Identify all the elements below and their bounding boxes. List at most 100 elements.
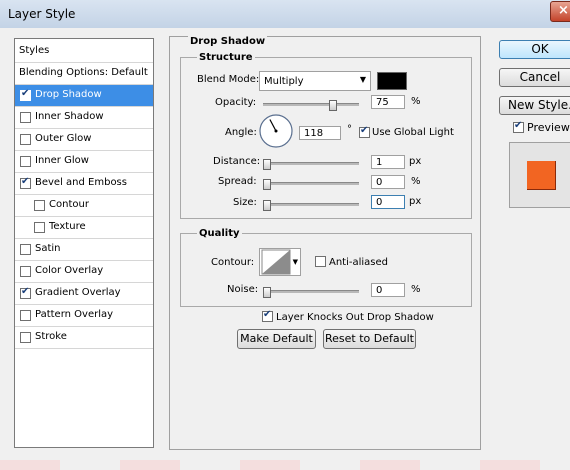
angle-dial-icon [259,114,293,148]
style-item-checkbox[interactable] [20,266,31,277]
style-item-inner-glow[interactable]: Inner Glow [15,151,153,173]
quality-heading: Quality [197,228,242,239]
close-icon: × [558,3,569,18]
style-item-checkbox[interactable] [34,222,45,233]
style-item-color-overlay[interactable]: Color Overlay [15,261,153,283]
blend-mode-select[interactable]: Multiply ▼ [259,71,371,91]
style-item-label: Blending Options: Default [19,67,148,78]
style-item-checkbox[interactable]: ✔ [20,88,31,101]
distance-unit: px [409,156,422,167]
contour-picker[interactable]: ▼ [259,248,301,276]
window-title: Layer Style [8,7,76,21]
close-button[interactable]: × [550,1,570,22]
checkmark-icon: ✔ [21,286,30,297]
style-item-checkbox[interactable] [20,244,31,255]
quality-group: Quality Contour: ▼ ✔ Anti-aliased Noise:… [180,228,472,307]
layer-knocks-out-checkbox[interactable]: ✔ [262,309,273,322]
layer-knocks-out-label: Layer Knocks Out Drop Shadow [276,312,434,323]
bottom-edge-strip [0,460,570,470]
opacity-label: Opacity: [215,97,257,108]
opacity-slider[interactable] [263,100,359,111]
size-unit: px [409,196,422,207]
style-item-checkbox[interactable]: ✔ [20,286,31,299]
style-item-stroke[interactable]: Stroke [15,327,153,349]
size-slider[interactable] [263,200,359,211]
blend-mode-value: Multiply [264,76,304,87]
style-item-gradient-overlay[interactable]: ✔ Gradient Overlay [15,283,153,305]
anti-aliased-checkbox[interactable]: ✔ [315,256,326,267]
opacity-slider-thumb[interactable] [329,100,337,111]
spread-slider-thumb[interactable] [263,179,271,190]
chevron-down-icon: ▼ [359,75,366,84]
checkmark-icon: ✔ [21,88,30,99]
spread-label: Spread: [218,176,257,187]
style-item-satin[interactable]: Satin [15,239,153,261]
blend-mode-label: Blend Mode: [197,74,260,85]
chevron-down-icon: ▼ [292,258,298,266]
contour-label: Contour: [211,257,255,268]
style-item-blending-options-default[interactable]: Blending Options: Default [15,63,153,85]
style-item-checkbox[interactable] [20,112,31,123]
use-global-light-label: Use Global Light [372,127,454,138]
style-item-label: Outer Glow [35,133,92,144]
structure-group: Structure Blend Mode: Multiply ▼ Opacity… [180,52,472,219]
style-item-label: Inner Glow [35,155,89,166]
styles-header[interactable]: Styles [15,39,153,63]
style-item-label: Color Overlay [35,265,104,276]
style-item-inner-shadow[interactable]: Inner Shadow [15,107,153,129]
opacity-unit: % [411,96,421,107]
angle-input[interactable]: 118 [299,126,341,140]
style-item-label: Drop Shadow [35,89,102,100]
style-item-outer-glow[interactable]: Outer Glow [15,129,153,151]
style-item-pattern-overlay[interactable]: Pattern Overlay [15,305,153,327]
styles-list: Styles Blending Options: Default ✔ Drop Sh… [14,38,154,448]
size-label: Size: [233,197,257,208]
style-item-label: Satin [35,243,61,254]
structure-heading: Structure [197,52,255,63]
noise-input[interactable]: 0 [371,283,405,297]
angle-label: Angle: [225,127,257,138]
noise-label: Noise: [227,284,259,295]
style-item-texture[interactable]: Texture [15,217,153,239]
style-item-checkbox[interactable] [20,134,31,145]
make-default-button[interactable]: Make Default [237,329,316,349]
style-item-checkbox[interactable] [34,200,45,211]
spread-unit: % [411,176,421,187]
size-slider-thumb[interactable] [263,200,271,211]
spread-input[interactable]: 0 [371,175,405,189]
distance-input[interactable]: 1 [371,155,405,169]
style-item-bevel-and-emboss[interactable]: ✔ Bevel and Emboss [15,173,153,195]
style-item-label: Texture [49,221,86,232]
noise-slider-thumb[interactable] [263,287,271,298]
distance-slider[interactable] [263,159,359,170]
shadow-color-swatch[interactable] [377,72,407,90]
distance-slider-thumb[interactable] [263,159,271,170]
use-global-light-checkbox[interactable]: ✔ [359,125,370,138]
spread-slider[interactable] [263,179,359,190]
noise-slider[interactable] [263,287,359,298]
new-style-button[interactable]: New Style... [499,96,570,115]
anti-aliased-label: Anti-aliased [329,257,389,268]
ok-button[interactable]: OK [499,40,570,59]
noise-unit: % [411,284,421,295]
opacity-input[interactable]: 75 [371,95,405,109]
style-item-checkbox[interactable]: ✔ [20,176,31,189]
style-item-drop-shadow[interactable]: ✔ Drop Shadow [15,85,153,107]
style-item-checkbox[interactable] [20,332,31,343]
reset-to-default-button[interactable]: Reset to Default [323,329,416,349]
cancel-button[interactable]: Cancel [499,68,570,87]
angle-unit: ° [347,124,352,135]
size-input[interactable]: 0 [371,195,405,209]
drop-shadow-panel: Drop Shadow Structure Blend Mode: Multip… [169,36,481,450]
preview-checkbox[interactable]: ✔ [513,120,524,133]
style-item-label: Pattern Overlay [35,309,114,320]
style-item-checkbox[interactable] [20,310,31,321]
style-item-contour[interactable]: Contour [15,195,153,217]
angle-dial[interactable] [259,114,293,148]
preview-label: Preview [527,121,570,134]
drop-shadow-heading: Drop Shadow [188,36,268,47]
style-item-label: Stroke [35,331,67,342]
preview-box [509,142,570,208]
style-item-checkbox[interactable] [20,156,31,167]
preview-swatch [527,161,556,190]
